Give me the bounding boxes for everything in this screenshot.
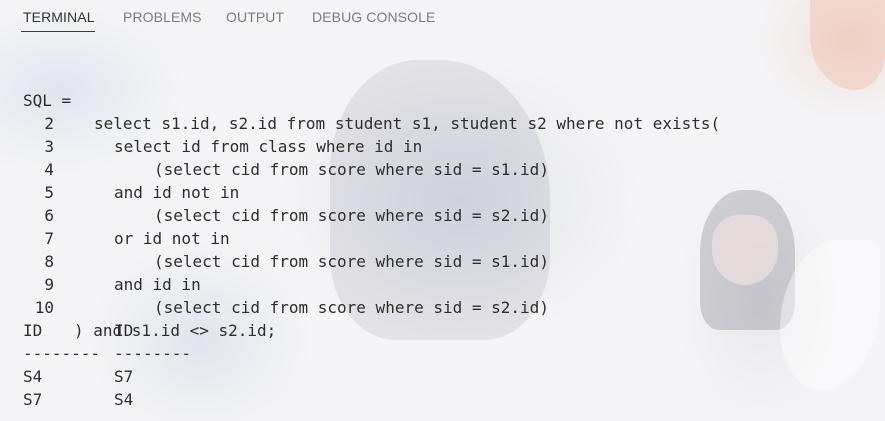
sql-line: 5 (select cid from score where sid = s2.… bbox=[0, 158, 885, 225]
sql-line: 2 select id from class where id in bbox=[0, 89, 885, 156]
sql-code: ) and s1.id <> s2.id; bbox=[74, 321, 277, 340]
result-separator: -------- bbox=[114, 344, 192, 363]
result-cell: S7 bbox=[114, 367, 134, 386]
panel-tab-bar: TERMINAL PROBLEMS OUTPUT DEBUG CONSOLE bbox=[0, 0, 885, 35]
sql-line: 3 (select cid from score where sid = s1.… bbox=[0, 112, 885, 179]
sql-line: 4 and id not in bbox=[0, 135, 885, 202]
sql-code: (select cid from score where sid = s2.id… bbox=[154, 298, 549, 317]
active-tab-indicator bbox=[21, 31, 95, 32]
result-cell: S7 bbox=[23, 390, 43, 409]
sql-line: SQL = select s1.id, s2.id from student s… bbox=[0, 66, 885, 133]
result-column-header: ID bbox=[23, 321, 43, 340]
result-separator: -------- bbox=[23, 344, 101, 363]
tab-output[interactable]: OUTPUT bbox=[226, 9, 284, 25]
sql-line: 10 ) and s1.id <> s2.id; bbox=[0, 273, 885, 340]
tab-problems[interactable]: PROBLEMS bbox=[123, 9, 202, 25]
sql-line: 9 (select cid from score where sid = s2.… bbox=[0, 250, 885, 317]
sql-line: 7 (select cid from score where sid = s1.… bbox=[0, 204, 885, 271]
result-column-header: ID bbox=[114, 321, 134, 340]
sql-line: 6 or id not in bbox=[0, 181, 885, 248]
line-number: 10 bbox=[34, 298, 54, 317]
tab-debug-console[interactable]: DEBUG CONSOLE bbox=[312, 9, 435, 25]
result-cell: S4 bbox=[23, 367, 43, 386]
sql-line: 8 and id in bbox=[0, 227, 885, 294]
tab-terminal[interactable]: TERMINAL bbox=[23, 9, 95, 25]
result-cell: S4 bbox=[114, 390, 134, 409]
